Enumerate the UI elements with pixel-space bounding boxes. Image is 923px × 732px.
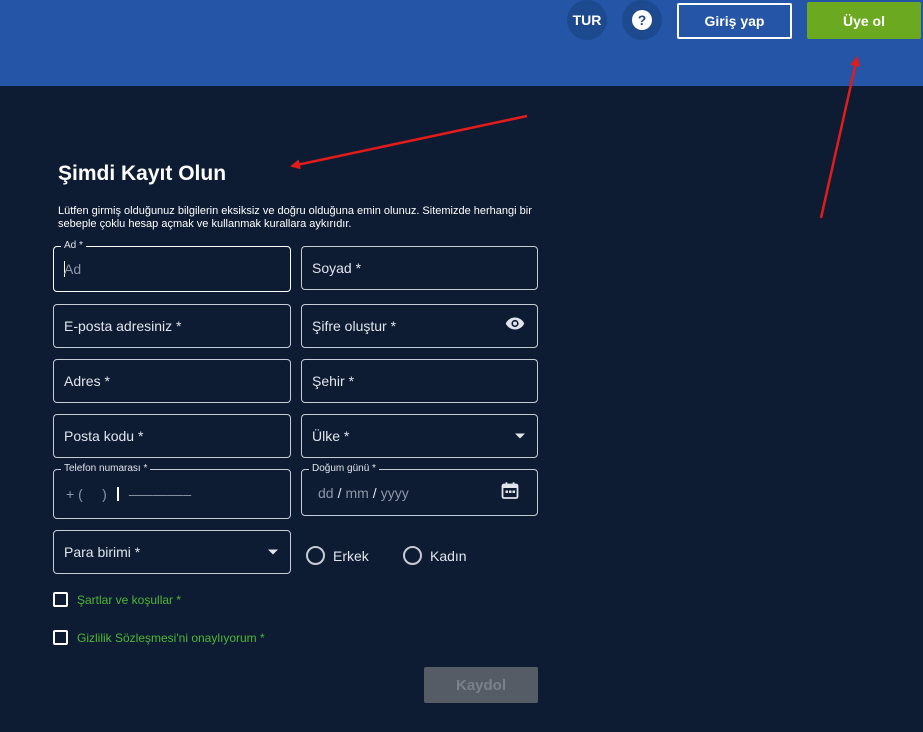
- phone-field[interactable]: Telefon numarası * + ( ) ––––––––: [53, 463, 291, 519]
- last-name-field[interactable]: Soyad *: [301, 246, 538, 290]
- chevron-down-icon: [515, 433, 525, 439]
- gender-male-radio[interactable]: Erkek: [306, 546, 369, 565]
- radio-circle[interactable]: [403, 546, 422, 565]
- submit-button[interactable]: Kaydol: [424, 667, 538, 703]
- help-button[interactable]: ?: [622, 0, 662, 40]
- birthdate-day: dd: [318, 484, 334, 501]
- birthdate-label: Doğum günü *: [309, 463, 379, 474]
- page-title: Şimdi Kayıt Olun: [58, 162, 227, 185]
- chevron-down-icon: [268, 549, 278, 555]
- date-separator: /: [372, 484, 377, 501]
- birthdate-year: yyyy: [380, 484, 409, 501]
- address-label: Adres *: [64, 373, 110, 389]
- privacy-checkbox[interactable]: Gizlilik Sözleşmesi'ni onaylıyorum *: [53, 630, 265, 645]
- radio-circle[interactable]: [306, 546, 325, 565]
- phone-code-placeholder: + ( ): [66, 486, 107, 502]
- city-field[interactable]: Şehir *: [301, 359, 538, 403]
- birthdate-field[interactable]: Doğum günü * dd / mm / yyyy: [301, 463, 538, 516]
- phone-label: Telefon numarası *: [61, 463, 151, 474]
- signup-button[interactable]: Üye ol: [807, 2, 921, 39]
- address-field[interactable]: Adres *: [53, 359, 291, 403]
- last-name-label: Soyad *: [312, 260, 362, 276]
- gender-male-label: Erkek: [333, 547, 369, 564]
- phone-separator: [116, 487, 119, 501]
- city-label: Şehir *: [312, 373, 355, 389]
- login-button[interactable]: Giriş yap: [677, 3, 792, 39]
- checkbox-box[interactable]: [53, 592, 68, 607]
- email-field[interactable]: E-posta adresiniz *: [53, 304, 291, 348]
- language-label: TUR: [572, 12, 602, 28]
- country-label: Ülke *: [312, 428, 350, 444]
- privacy-label[interactable]: Gizlilik Sözleşmesi'ni onaylıyorum *: [77, 631, 265, 645]
- gender-female-label: Kadın: [430, 547, 467, 564]
- phone-number-placeholder: ––––––––: [128, 486, 192, 502]
- currency-select[interactable]: Para birimi *: [53, 530, 291, 574]
- form-description: Lütfen girmiş olduğunuz bilgilerin eksik…: [58, 205, 532, 230]
- postal-code-label: Posta kodu *: [64, 428, 144, 444]
- top-bar: TUR ? Giriş yap Üye ol: [0, 0, 923, 86]
- gender-female-radio[interactable]: Kadın: [403, 546, 467, 565]
- email-label: E-posta adresiniz *: [64, 318, 182, 334]
- phone-input-row: + ( ) ––––––––: [66, 486, 191, 502]
- date-separator: /: [337, 484, 342, 501]
- birthdate-month: mm: [345, 484, 369, 501]
- checkbox-box[interactable]: [53, 630, 68, 645]
- country-select[interactable]: Ülke *: [301, 414, 538, 458]
- terms-checkbox[interactable]: Şartlar ve koşullar *: [53, 592, 181, 607]
- terms-label[interactable]: Şartlar ve koşullar *: [77, 593, 181, 607]
- calendar-icon[interactable]: [501, 481, 519, 504]
- question-icon: ?: [632, 10, 652, 30]
- postal-code-field[interactable]: Posta kodu *: [53, 414, 291, 458]
- password-label: Şifre oluştur *: [312, 318, 397, 334]
- first-name-label: Ad *: [61, 240, 86, 251]
- language-button[interactable]: TUR: [567, 0, 607, 40]
- arrow-to-title: [290, 114, 528, 170]
- first-name-placeholder: Ad: [64, 261, 82, 277]
- birthdate-input-row: dd / mm / yyyy: [318, 485, 409, 501]
- eye-icon[interactable]: [505, 317, 525, 336]
- first-name-field[interactable]: Ad * Ad: [53, 240, 291, 292]
- currency-label: Para birimi *: [64, 544, 141, 560]
- password-field[interactable]: Şifre oluştur *: [301, 304, 538, 348]
